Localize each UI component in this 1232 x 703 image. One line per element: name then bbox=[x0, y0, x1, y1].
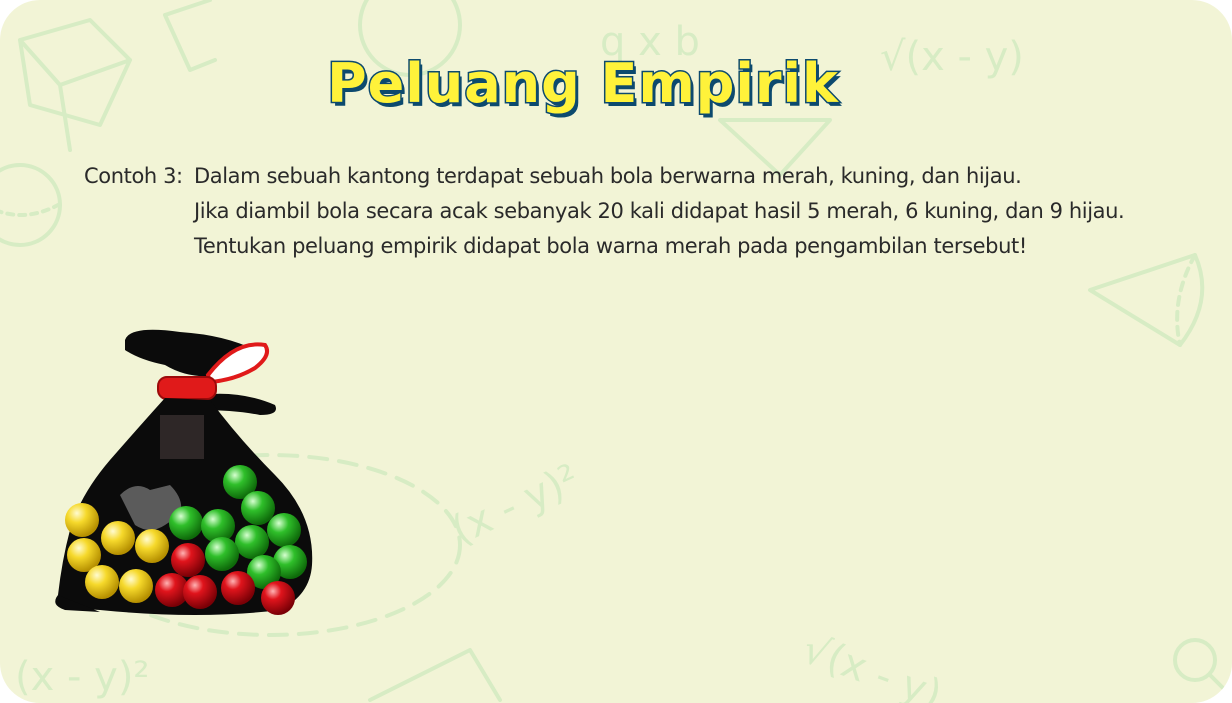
green-ball bbox=[235, 525, 269, 559]
yellow-ball bbox=[65, 503, 99, 537]
problem-label: Contoh 3: bbox=[84, 164, 183, 188]
red-ball bbox=[183, 575, 217, 609]
green-ball bbox=[267, 513, 301, 547]
green-ball bbox=[241, 491, 275, 525]
doodle-square-mid: (x - y)² bbox=[445, 456, 586, 555]
slide: q x b √(x - y) (x - y)² (x - y)² √(x - y… bbox=[0, 0, 1232, 703]
doodle-square-bottom: (x - y)² bbox=[15, 654, 149, 700]
green-ball bbox=[169, 506, 203, 540]
problem-line: Jika diambil bola secara acak sebanyak 2… bbox=[194, 199, 1125, 223]
red-ball bbox=[221, 571, 255, 605]
problem-text: Contoh 3: Dalam sebuah kantong terdapat … bbox=[84, 159, 1204, 264]
ball-bag-illustration bbox=[55, 329, 313, 615]
yellow-ball bbox=[101, 521, 135, 555]
problem-line-2: Jika diambil bola secara acak sebanyak 2… bbox=[84, 194, 1204, 229]
green-ball bbox=[205, 537, 239, 571]
red-ball bbox=[171, 543, 205, 577]
bag-tie-band bbox=[157, 376, 217, 400]
yellow-ball bbox=[85, 565, 119, 599]
problem-line-3: Tentukan peluang empirik didapat bola wa… bbox=[84, 229, 1204, 264]
yellow-ball bbox=[135, 529, 169, 563]
yellow-ball bbox=[119, 569, 153, 603]
doodle-root-bottom: √(x - y) bbox=[797, 626, 948, 703]
page-title: Peluang Empirik bbox=[326, 51, 840, 117]
problem-line-1: Contoh 3: Dalam sebuah kantong terdapat … bbox=[84, 159, 1204, 194]
problem-line: Dalam sebuah kantong terdapat sebuah bol… bbox=[194, 164, 1022, 188]
problem-line: Tentukan peluang empirik didapat bola wa… bbox=[194, 234, 1027, 258]
red-ball bbox=[261, 581, 295, 615]
